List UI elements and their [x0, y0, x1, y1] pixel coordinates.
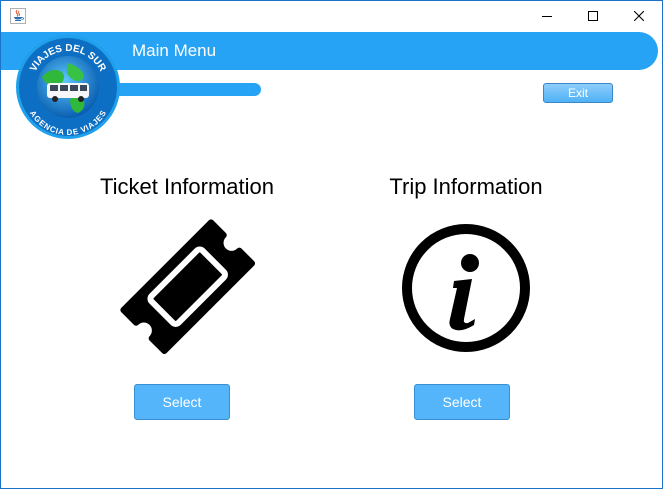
- ticket-icon: [117, 218, 257, 355]
- ticket-information-heading: Ticket Information: [99, 174, 275, 199]
- agency-logo: VIAJES DEL SUR AGENCIA DE VIAJES: [15, 31, 121, 141]
- title-bar[interactable]: [1, 1, 662, 31]
- minimize-button[interactable]: [524, 1, 570, 31]
- maximize-icon: [588, 11, 598, 21]
- close-button[interactable]: [616, 1, 662, 31]
- ticket-select-button[interactable]: Select: [134, 384, 230, 420]
- maximize-button[interactable]: [570, 1, 616, 31]
- page-title: Main Menu: [132, 41, 217, 60]
- exit-button[interactable]: Exit: [543, 83, 613, 103]
- app-window: Main Menu VIAJES DEL SUR AGENCIA DE VIAJ…: [0, 0, 663, 489]
- java-icon: [10, 8, 26, 24]
- trip-information-heading: Trip Information: [389, 174, 543, 199]
- close-icon: [634, 11, 644, 21]
- info-icon: [399, 221, 533, 355]
- trip-select-button[interactable]: Select: [414, 384, 510, 420]
- minimize-icon: [542, 11, 552, 21]
